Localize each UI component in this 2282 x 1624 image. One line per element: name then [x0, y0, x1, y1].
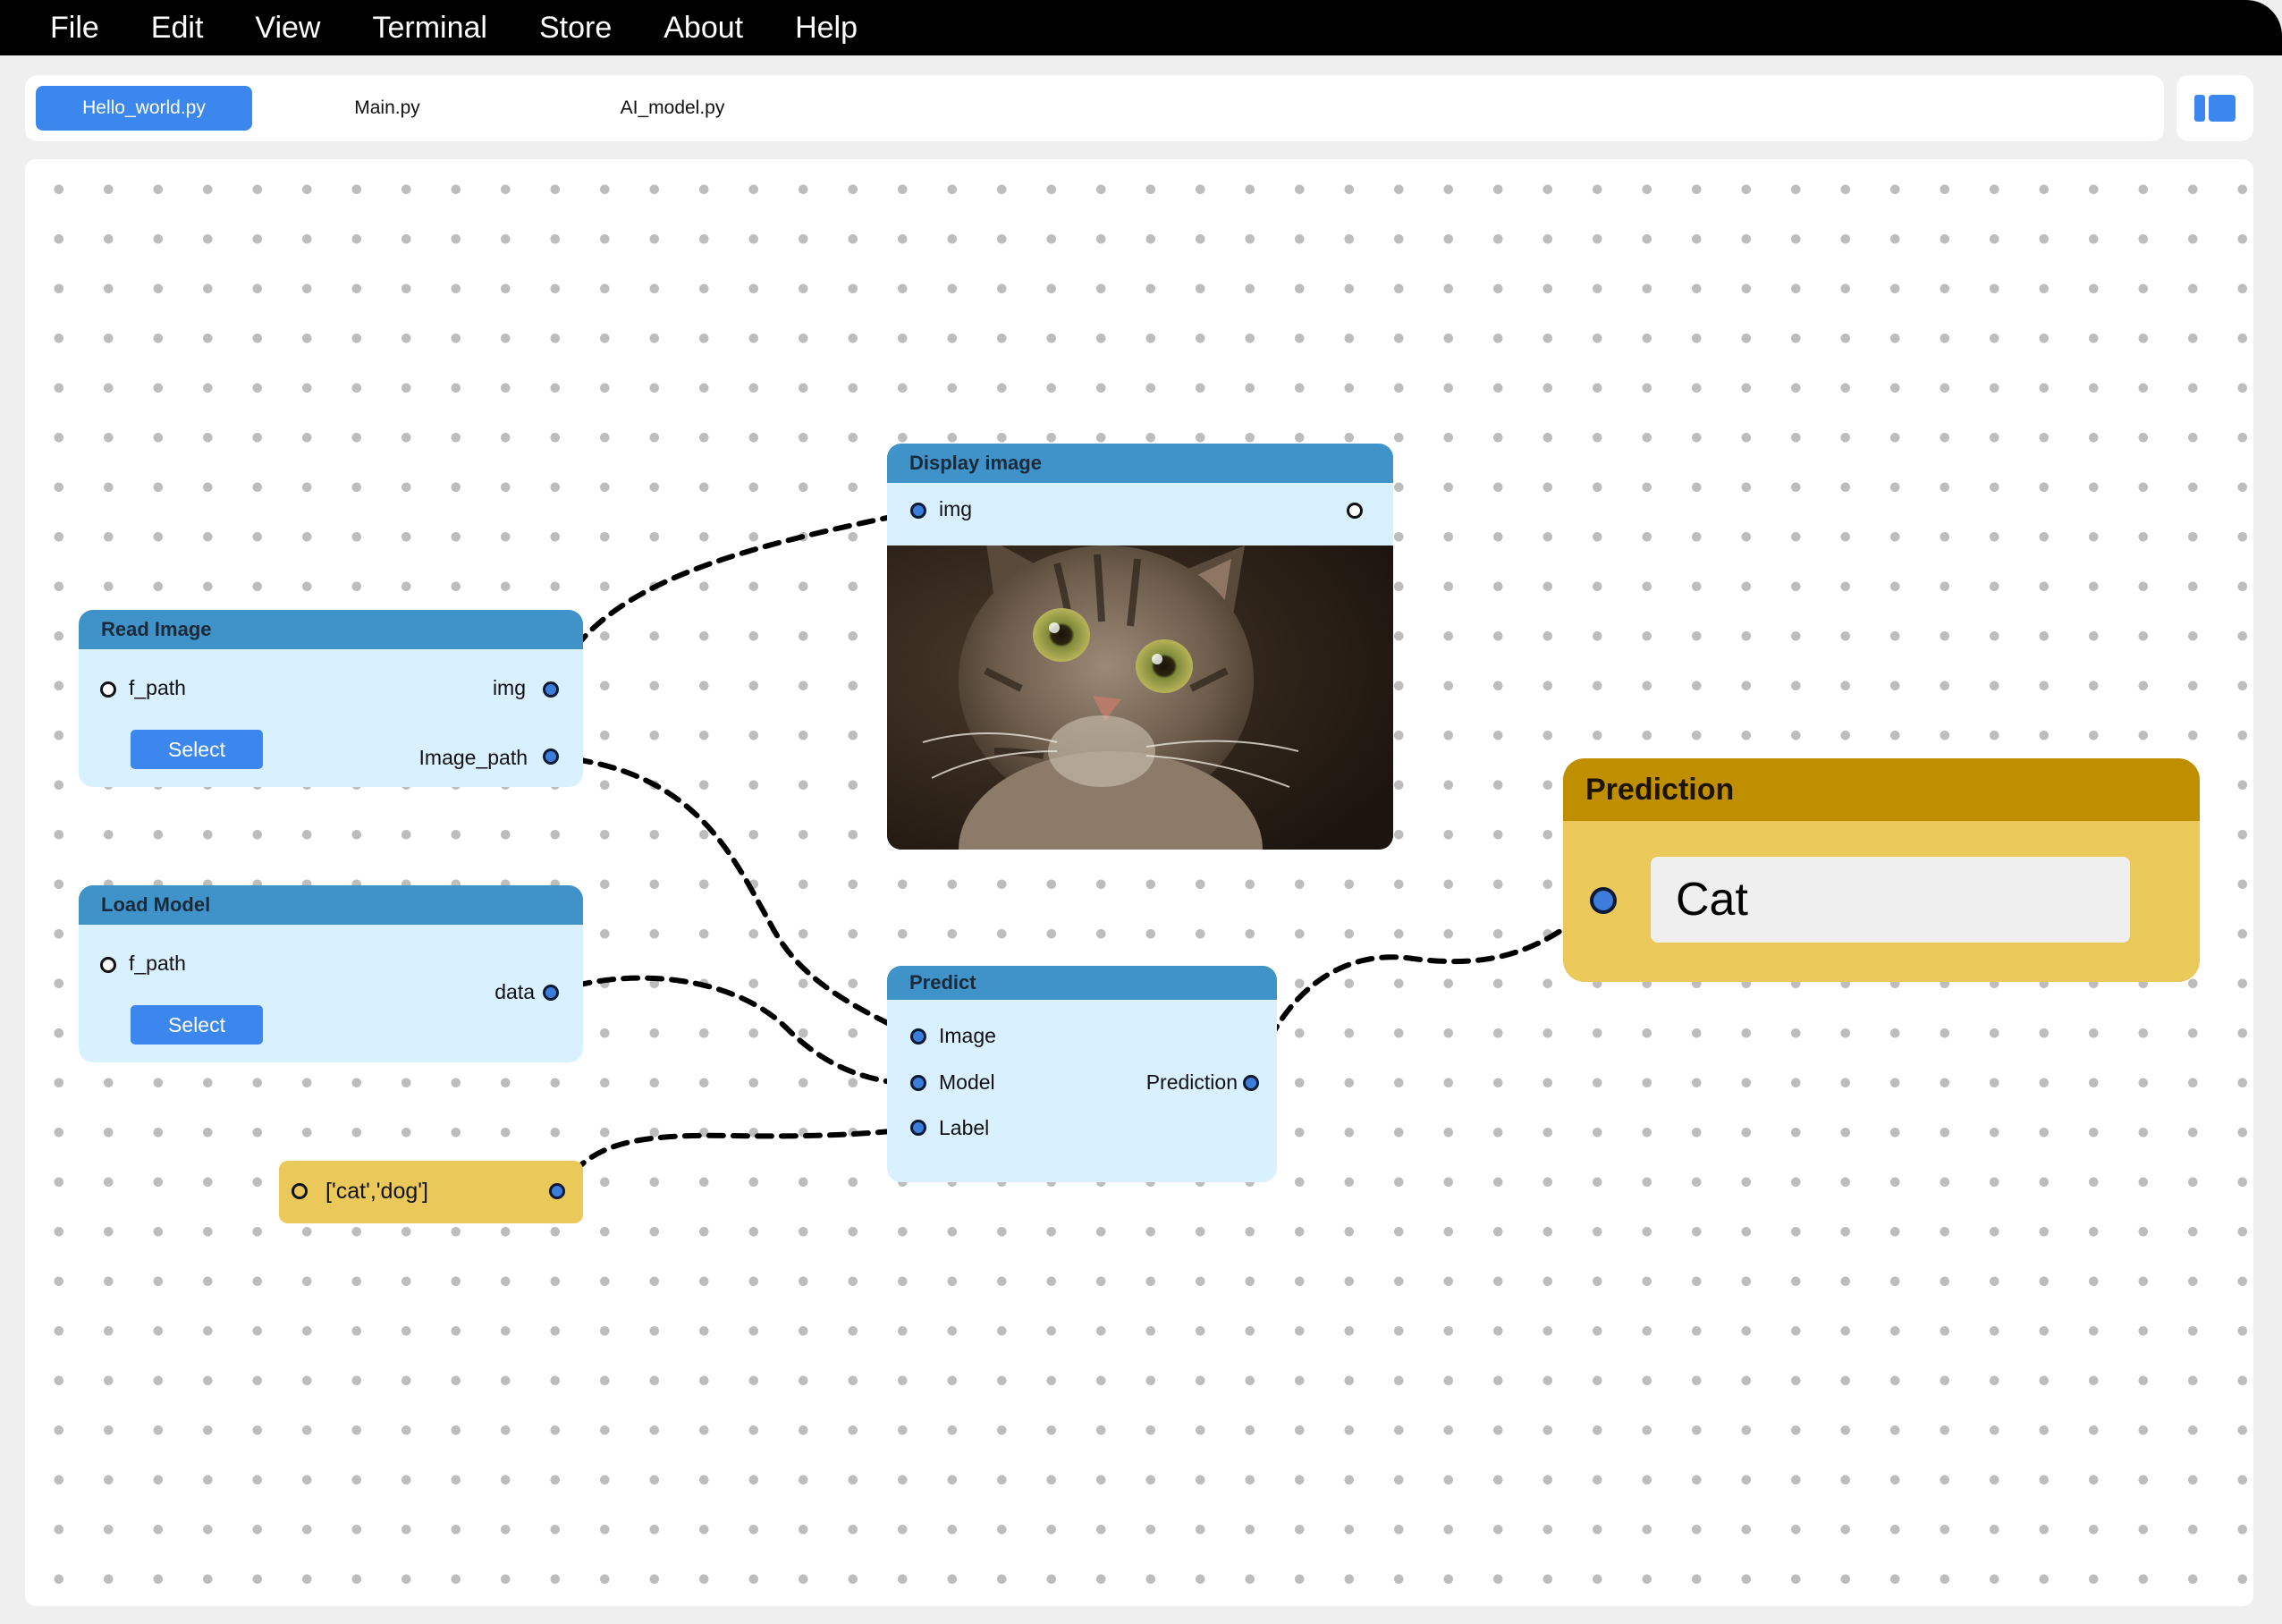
output-port[interactable] [1347, 503, 1363, 519]
port-label: img [492, 676, 526, 699]
port-label: Label [939, 1116, 990, 1139]
port-label: f_path [129, 952, 186, 975]
node-load-model[interactable]: Load Model f_path data Select [79, 885, 583, 1062]
output-port-data[interactable] [543, 985, 559, 1001]
menu-bar: File Edit View Terminal Store About Help [0, 0, 2282, 55]
output-port-prediction[interactable] [1243, 1075, 1259, 1091]
tab-ai-model[interactable]: AI_model.py [572, 86, 773, 131]
input-port-img[interactable] [910, 503, 926, 519]
output-port-image-path[interactable] [543, 749, 559, 765]
node-header[interactable]: Display image [887, 444, 1393, 483]
node-header[interactable]: Prediction [1563, 758, 2200, 821]
node-prediction-output[interactable]: Prediction Cat [1563, 758, 2200, 982]
output-port[interactable] [549, 1183, 565, 1199]
menu-help[interactable]: Help [795, 11, 858, 46]
port-label: Image_path [418, 746, 528, 769]
port-label: data [494, 980, 535, 1003]
output-port-img[interactable] [543, 681, 559, 698]
port-label: Image [939, 1024, 996, 1047]
input-port[interactable] [100, 957, 116, 973]
input-port-model[interactable] [910, 1075, 926, 1091]
node-read-image[interactable]: Read Image f_path img Select Image_path [79, 610, 583, 787]
select-file-button[interactable]: Select [131, 730, 263, 769]
node-header[interactable]: Load Model [79, 885, 583, 925]
node-header[interactable]: Predict [887, 966, 1277, 1000]
menu-terminal[interactable]: Terminal [372, 11, 486, 46]
tab-hello-world[interactable]: Hello_world.py [36, 86, 252, 131]
port-label: img [939, 497, 973, 520]
sidebar-layout-icon [2194, 95, 2236, 122]
port-label: Prediction [1145, 1070, 1238, 1094]
node-labels-constant[interactable]: ['cat','dog'] [279, 1161, 583, 1223]
menu-edit[interactable]: Edit [151, 11, 204, 46]
node-display-image[interactable]: Display image img [887, 444, 1393, 850]
prediction-result: Cat [1651, 857, 2130, 943]
menu-view[interactable]: View [255, 11, 320, 46]
menu-about[interactable]: About [663, 11, 743, 46]
input-port-label[interactable] [910, 1120, 926, 1136]
input-port-image[interactable] [910, 1028, 926, 1045]
input-port[interactable] [292, 1183, 308, 1199]
input-port[interactable] [100, 681, 116, 698]
node-header[interactable]: Read Image [79, 610, 583, 649]
menu-store[interactable]: Store [539, 11, 612, 46]
tab-main[interactable]: Main.py [311, 86, 463, 131]
cat-image-icon [887, 546, 1393, 850]
node-predict[interactable]: Predict Image Model Prediction Label [887, 966, 1277, 1182]
panel-toggle-button[interactable] [2176, 75, 2253, 141]
displayed-image [887, 546, 1393, 850]
constant-value: ['cat','dog'] [325, 1179, 428, 1204]
tab-bar: Hello_world.py Main.py AI_model.py [25, 75, 2164, 141]
input-port-prediction[interactable] [1590, 887, 1617, 914]
select-file-button[interactable]: Select [131, 1005, 263, 1045]
menu-file[interactable]: File [50, 11, 99, 46]
port-label: f_path [129, 676, 186, 699]
port-label: Model [939, 1070, 995, 1094]
